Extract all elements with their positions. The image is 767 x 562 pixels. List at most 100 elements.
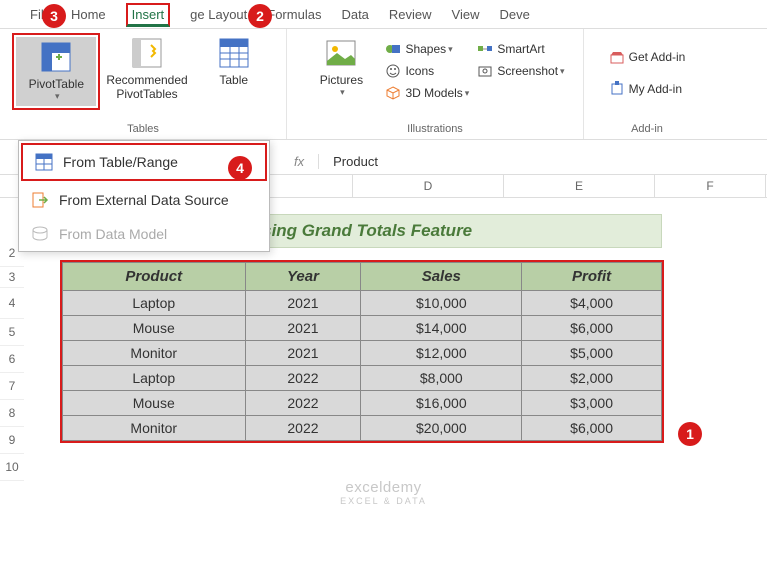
callout-3: 3 (42, 4, 66, 28)
col-e[interactable]: E (504, 175, 655, 197)
cell[interactable]: $5,000 (522, 341, 662, 366)
table-label: Table (219, 73, 248, 87)
callout-4: 4 (228, 156, 252, 180)
cell[interactable]: $20,000 (361, 416, 522, 441)
cell[interactable]: Mouse (63, 391, 246, 416)
cell[interactable]: $8,000 (361, 366, 522, 391)
cell[interactable]: Monitor (63, 341, 246, 366)
cell[interactable]: $10,000 (361, 291, 522, 316)
header-profit[interactable]: Profit (522, 263, 662, 291)
row-3[interactable]: 3 (0, 267, 24, 288)
col-f[interactable]: F (655, 175, 766, 197)
formula-value[interactable]: Product (319, 154, 378, 169)
cell[interactable]: Laptop (63, 291, 246, 316)
row-10[interactable]: 10 (0, 454, 24, 481)
tab-pagelayout[interactable]: ge Layout (180, 3, 257, 26)
ribbon-tabs: File Home Insert ge Layout Formulas Data… (0, 0, 767, 29)
group-illus-title: Illustrations (407, 123, 463, 135)
table-row: Monitor2022$20,000$6,000 (63, 416, 662, 441)
cell[interactable]: 2021 (245, 291, 361, 316)
icons-button[interactable]: Icons (381, 61, 473, 81)
callout-2: 2 (248, 4, 272, 28)
from-data-model-label: From Data Model (59, 226, 167, 242)
from-external-item[interactable]: From External Data Source (19, 183, 269, 217)
cell[interactable]: $16,000 (361, 391, 522, 416)
table-row: Monitor2021$12,000$5,000 (63, 341, 662, 366)
my-addins-button[interactable]: My Add-in (605, 79, 690, 99)
tab-insert[interactable]: Insert (116, 3, 181, 26)
data-table: Product Year Sales Profit Laptop2021$10,… (62, 262, 662, 441)
cell[interactable]: $6,000 (522, 316, 662, 341)
callout-1: 1 (678, 422, 702, 446)
3dmodels-button[interactable]: 3D Models▾ (381, 83, 473, 103)
pictures-label: Pictures (320, 73, 363, 87)
data-table-selection[interactable]: Product Year Sales Profit Laptop2021$10,… (60, 260, 664, 443)
cell[interactable]: Laptop (63, 366, 246, 391)
pivottable-icon (40, 41, 72, 73)
cell[interactable]: $12,000 (361, 341, 522, 366)
chevron-down-icon: ▾ (340, 87, 345, 98)
cell[interactable]: $14,000 (361, 316, 522, 341)
tab-developer[interactable]: Deve (490, 3, 540, 26)
pivottable-button[interactable]: PivotTable ▾ (16, 37, 96, 106)
group-addins-title: Add-in (631, 123, 663, 135)
table-row: Mouse2022$16,000$3,000 (63, 391, 662, 416)
cell[interactable]: 2021 (245, 341, 361, 366)
row-8[interactable]: 8 (0, 400, 24, 427)
screenshot-icon (477, 63, 493, 79)
row-4[interactable]: 4 (0, 288, 24, 319)
row-7[interactable]: 7 (0, 373, 24, 400)
fx-label[interactable]: fx (280, 154, 319, 169)
cell[interactable]: 2021 (245, 316, 361, 341)
smartart-button[interactable]: SmartArt (473, 39, 568, 59)
cell[interactable]: $4,000 (522, 291, 662, 316)
ribbon: PivotTable ▾ Recommended PivotTables Tab… (0, 29, 767, 140)
tab-data[interactable]: Data (331, 3, 378, 26)
cube-icon (385, 85, 401, 101)
row-headers: 2 3 4 5 6 7 8 9 10 (0, 240, 24, 481)
get-addins-button[interactable]: Get Add-in (605, 47, 690, 67)
addin-icon (609, 81, 625, 97)
from-table-range-label: From Table/Range (63, 154, 178, 170)
col-d[interactable]: D (353, 175, 504, 197)
screenshot-button[interactable]: Screenshot▾ (473, 61, 568, 81)
cell[interactable]: $6,000 (522, 416, 662, 441)
tab-review[interactable]: Review (379, 3, 442, 26)
table-range-icon (35, 153, 53, 171)
group-tables: PivotTable ▾ Recommended PivotTables Tab… (0, 29, 287, 139)
pictures-button[interactable]: Pictures ▾ (301, 33, 381, 103)
cell[interactable]: 2022 (245, 416, 361, 441)
row-9[interactable]: 9 (0, 427, 24, 454)
table-icon (218, 37, 250, 69)
table-button[interactable]: Table (194, 33, 274, 110)
watermark: exceldemy EXCEL & DATA (340, 479, 427, 506)
header-year[interactable]: Year (245, 263, 361, 291)
shapes-button[interactable]: Shapes▾ (381, 39, 473, 59)
recommended-pivottables-button[interactable]: Recommended PivotTables (100, 33, 193, 110)
cell[interactable]: Monitor (63, 416, 246, 441)
data-model-icon (31, 225, 49, 243)
cell[interactable]: 2022 (245, 391, 361, 416)
cell[interactable]: $2,000 (522, 366, 662, 391)
recpivot-icon (131, 37, 163, 69)
cell[interactable]: Mouse (63, 316, 246, 341)
tab-home[interactable]: Home (61, 3, 116, 26)
table-row: Laptop2021$10,000$4,000 (63, 291, 662, 316)
chevron-down-icon: ▾ (55, 91, 60, 102)
table-row: Mouse2021$14,000$6,000 (63, 316, 662, 341)
tab-view[interactable]: View (442, 3, 490, 26)
from-data-model-item: From Data Model (19, 217, 269, 251)
external-data-icon (31, 191, 49, 209)
store-icon (609, 49, 625, 65)
cell[interactable]: 2022 (245, 366, 361, 391)
recpivot-label: Recommended PivotTables (106, 73, 187, 102)
group-addins: Get Add-in My Add-in Add-in (584, 29, 710, 139)
row-5[interactable]: 5 (0, 319, 24, 346)
header-product[interactable]: Product (63, 263, 246, 291)
shapes-icon (385, 41, 401, 57)
from-external-label: From External Data Source (59, 192, 229, 208)
header-sales[interactable]: Sales (361, 263, 522, 291)
smartart-icon (477, 41, 493, 57)
row-6[interactable]: 6 (0, 346, 24, 373)
cell[interactable]: $3,000 (522, 391, 662, 416)
